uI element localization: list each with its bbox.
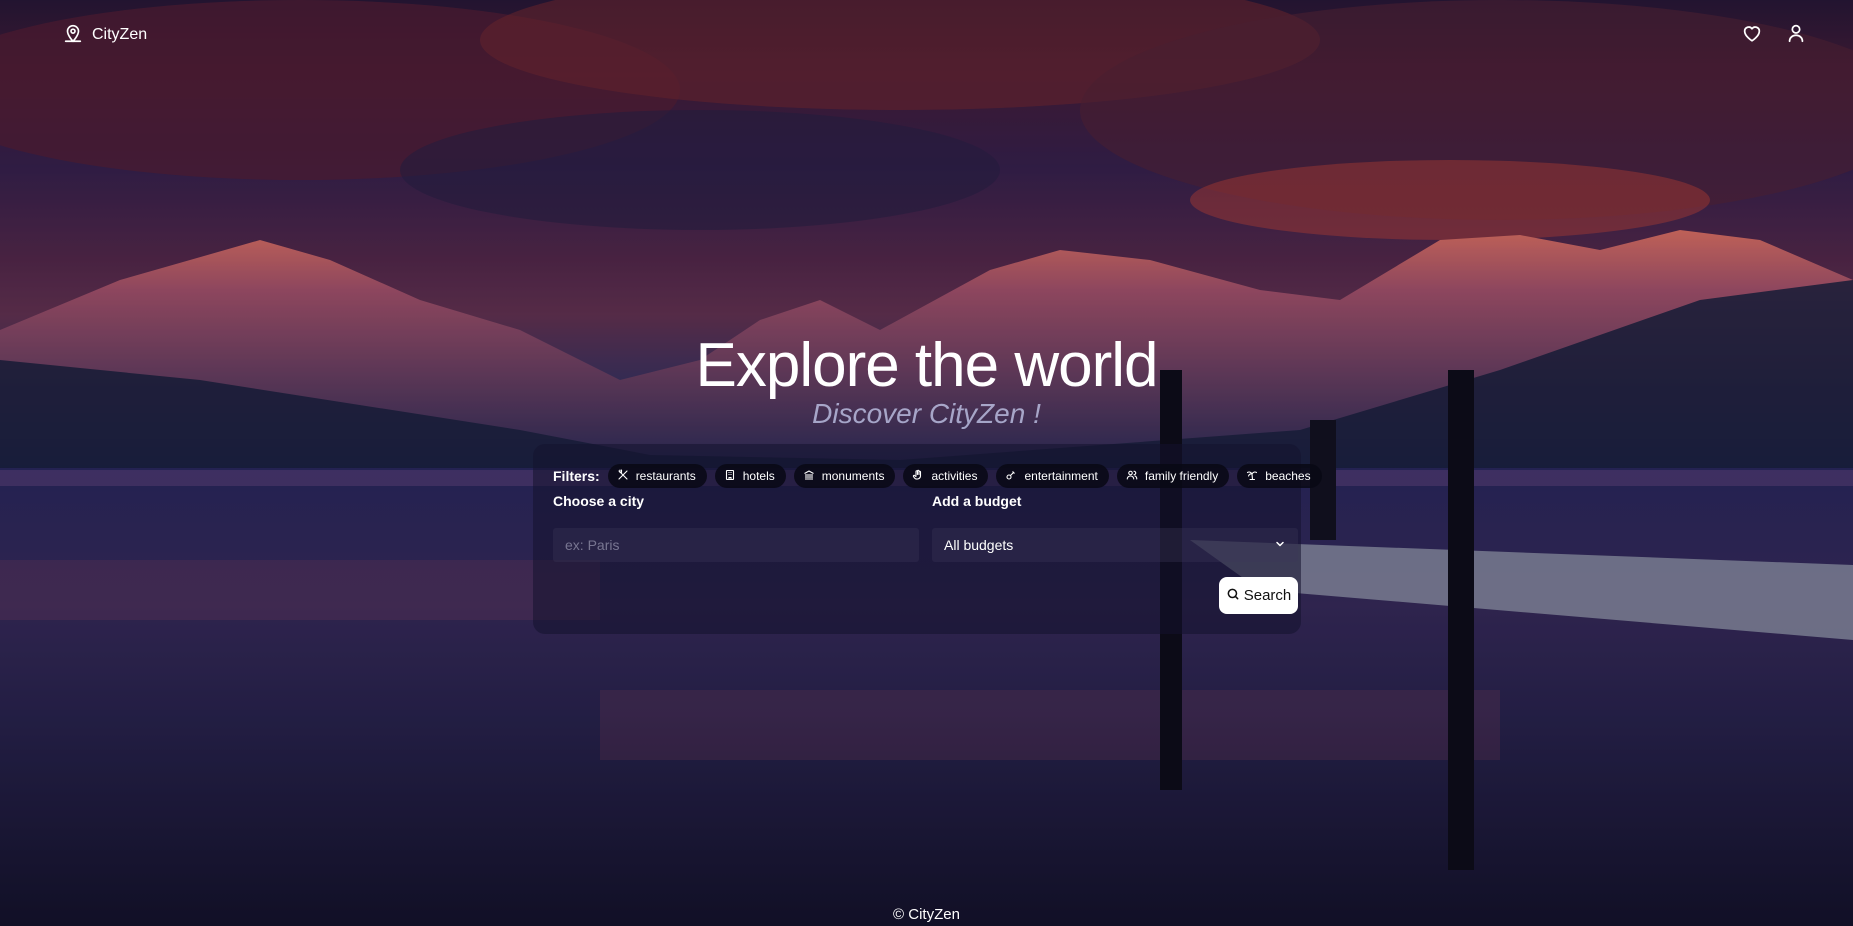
filter-chip-label: monuments [821,469,885,483]
filter-chip-beaches[interactable]: beaches [1237,464,1322,488]
filters-label: Filters: [553,468,600,484]
hero-title: Explore the world [695,331,1158,400]
map-pin-icon [62,21,84,50]
budget-field-label: Add a budget [932,493,1022,509]
city-field-label: Choose a city [553,493,645,509]
filter-chip-hotels[interactable]: hotels [714,464,786,488]
user-icon [1785,21,1807,50]
users-icon [1126,469,1138,484]
favorites-button[interactable] [1739,22,1765,48]
brand-logo-link[interactable]: CityZen [62,21,147,50]
utensils-icon [617,468,629,484]
search-icon [1226,587,1240,605]
filter-chip-family-friendly[interactable]: family friendly [1116,464,1230,488]
filter-chip-label: family friendly [1144,469,1219,483]
search-panel: Filters: restaurants hotels monuments ac… [533,444,1322,634]
budget-select-value: All budgets [944,537,1014,553]
hand-icon [912,469,924,484]
filter-chip-restaurants[interactable]: restaurants [607,464,707,488]
filter-chip-label: entertainment [1024,469,1098,483]
brand-name: CityZen [92,26,148,43]
palm-tree-icon [1246,469,1258,484]
filter-chip-entertainment[interactable]: entertainment [996,464,1109,488]
search-button[interactable]: Search [1219,577,1298,614]
city-input[interactable] [553,528,919,562]
filter-chip-label: beaches [1265,469,1311,483]
landmark-icon [803,469,815,484]
footer-copyright: © CityZen [893,906,960,923]
filter-chip-label: hotels [742,469,775,483]
account-button[interactable] [1783,22,1809,48]
filters-bar: Filters: restaurants hotels monuments ac… [553,464,1322,488]
filter-chip-activities[interactable]: activities [903,464,989,488]
building-icon [724,469,736,484]
filter-chip-label: restaurants [635,469,696,483]
ticket-icon [1005,469,1017,484]
filter-chip-monuments[interactable]: monuments [793,464,896,488]
chevron-down-icon [1274,537,1286,553]
search-button-label: Search [1243,587,1292,604]
top-navbar: CityZen [0,0,1853,70]
hero-subtitle: Discover CityZen ! [812,398,1041,429]
budget-select[interactable]: All budgets [932,528,1298,562]
heart-icon [1740,22,1764,49]
filter-chip-label: activities [931,469,978,483]
